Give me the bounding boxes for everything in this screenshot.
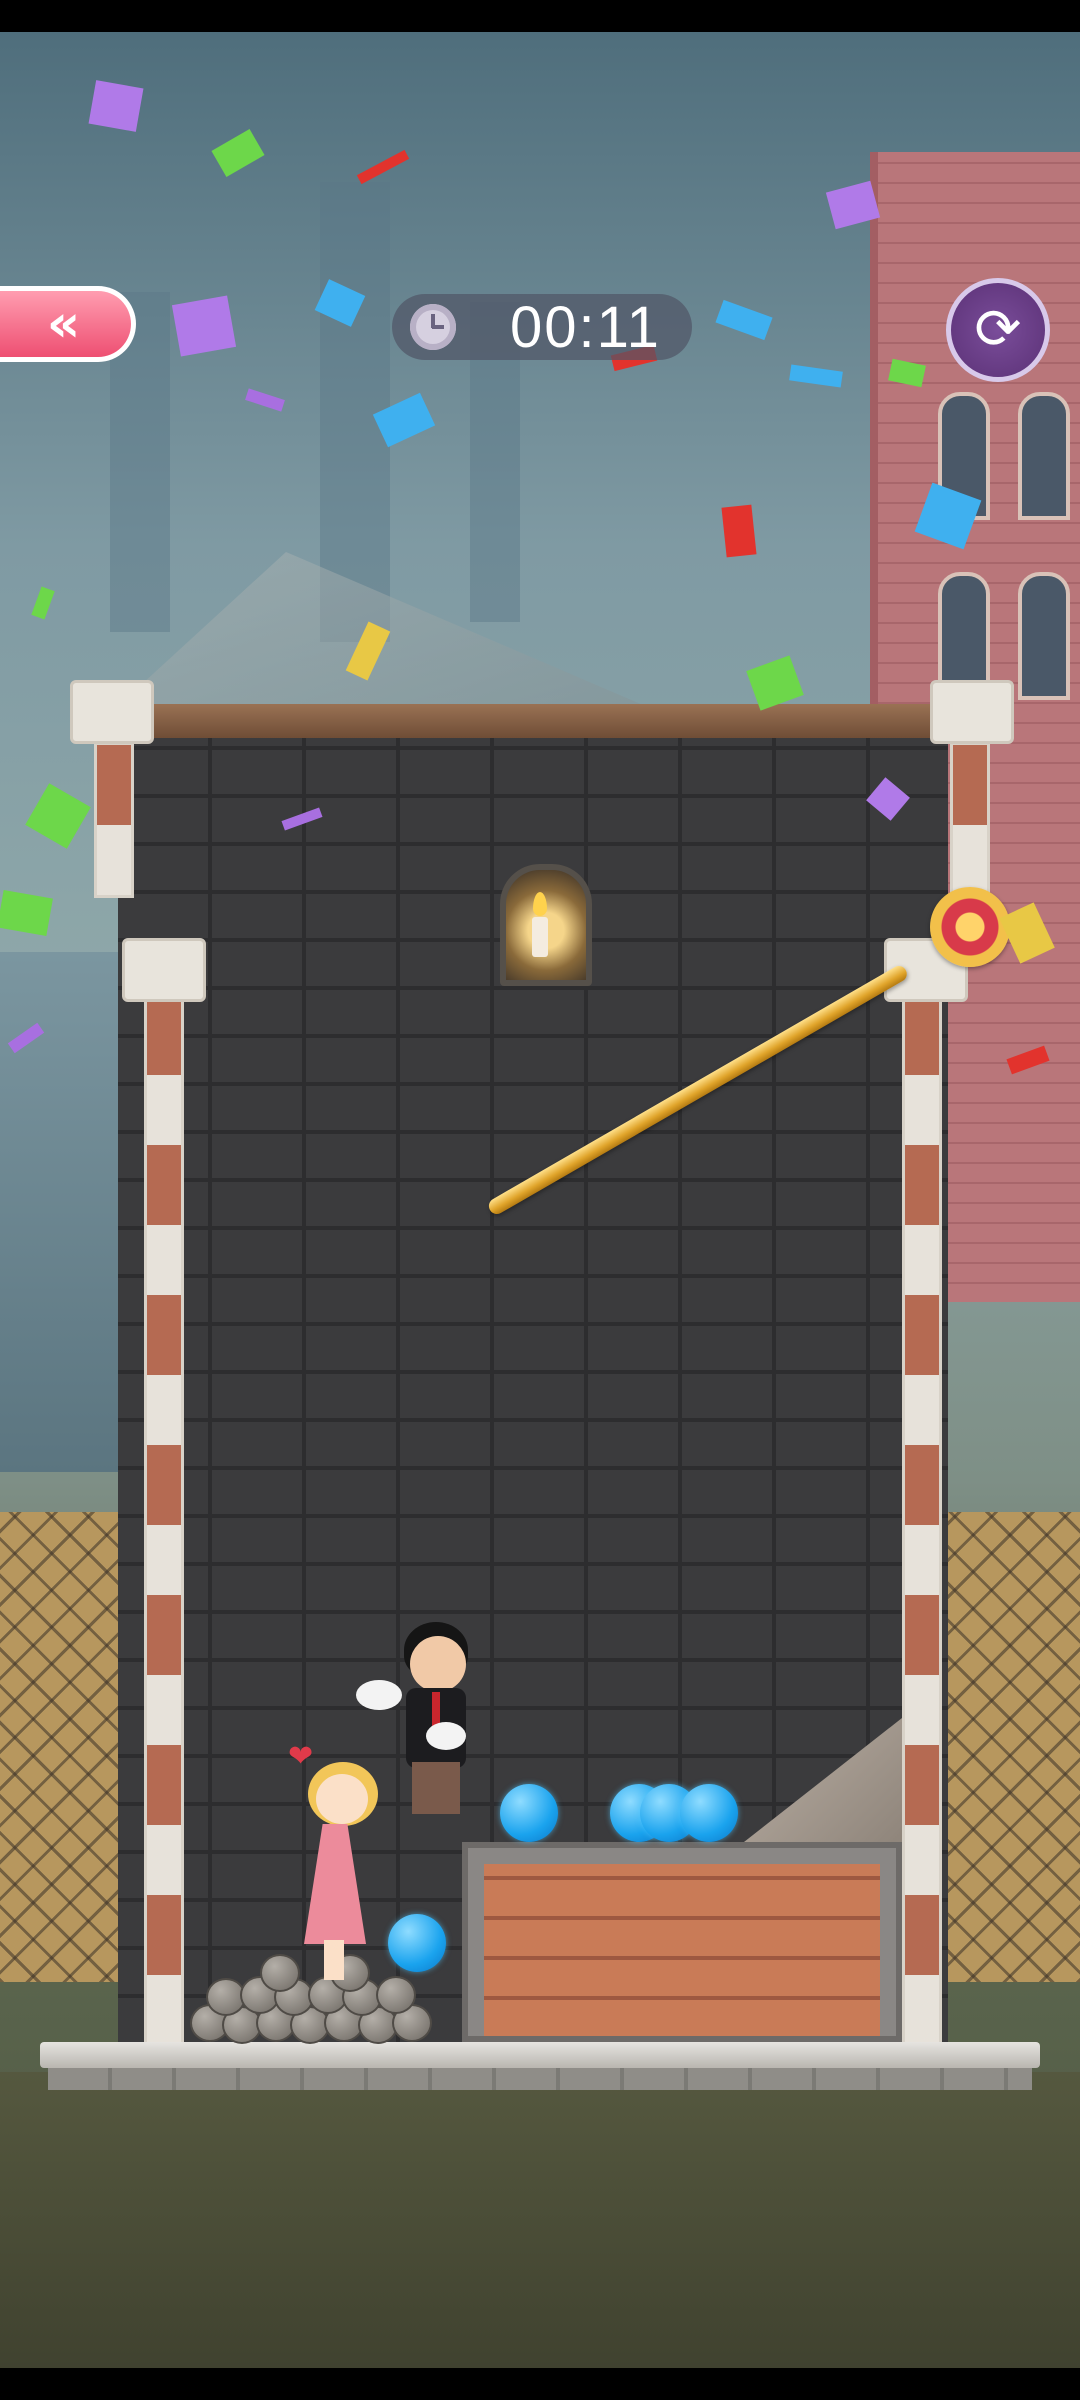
confetti-piece [721,504,757,558]
left-top-capital [70,680,154,744]
left-pillar [144,972,184,2048]
brick-platform-face [484,1864,880,2036]
background-fence [940,1512,1080,1982]
game-scene: ❤ [0,32,1080,2368]
vampire-character [356,1622,516,1822]
confetti-piece [25,783,91,849]
right-upper-pillar [950,742,990,898]
vampire-legs [412,1762,460,1814]
brick-platform [462,1842,902,2042]
confetti-piece [88,80,144,132]
confetti-piece [715,299,773,341]
back-button[interactable]: « [0,286,136,362]
right-top-capital [930,680,1014,744]
roof-beam [92,704,972,738]
timer-pill: 00:11 [392,294,692,360]
floor-trim [48,2068,1032,2090]
confetti-piece [0,889,53,937]
vampire-face [410,1636,466,1692]
right-pillar [902,972,942,2048]
restart-button[interactable]: ⟳ [946,278,1050,382]
navigation-bar [0,2368,1080,2400]
water-drop [388,1914,446,1972]
confetti-piece [31,586,55,620]
timer-text: 00:11 [510,294,661,360]
princess-legs [324,1940,344,1980]
status-bar [0,0,1080,32]
alarm-clock-icon [410,304,456,350]
tower-floor [40,2042,1040,2068]
confetti-piece [356,149,410,185]
vampire-glove [356,1680,402,1710]
left-upper-pillar [94,742,134,898]
water-drop [680,1784,738,1842]
ground [0,2072,1080,2368]
double-chevron-left-icon: « [46,294,80,354]
confetti-piece [245,388,285,412]
princess-dress [304,1824,366,1944]
confetti-piece [789,364,843,388]
restart-arrows-icon: ⟳ [974,297,1022,362]
building-window [1018,392,1070,520]
vampire-glove [426,1722,466,1750]
left-capital [122,938,206,1002]
vampire-tie [432,1692,440,1726]
confetti-piece [211,129,265,177]
candle-icon [532,917,548,957]
confetti-piece [746,655,804,711]
building-window [1018,572,1070,700]
confetti-piece [171,295,237,357]
pin-heart-handle-icon[interactable] [930,887,1010,967]
